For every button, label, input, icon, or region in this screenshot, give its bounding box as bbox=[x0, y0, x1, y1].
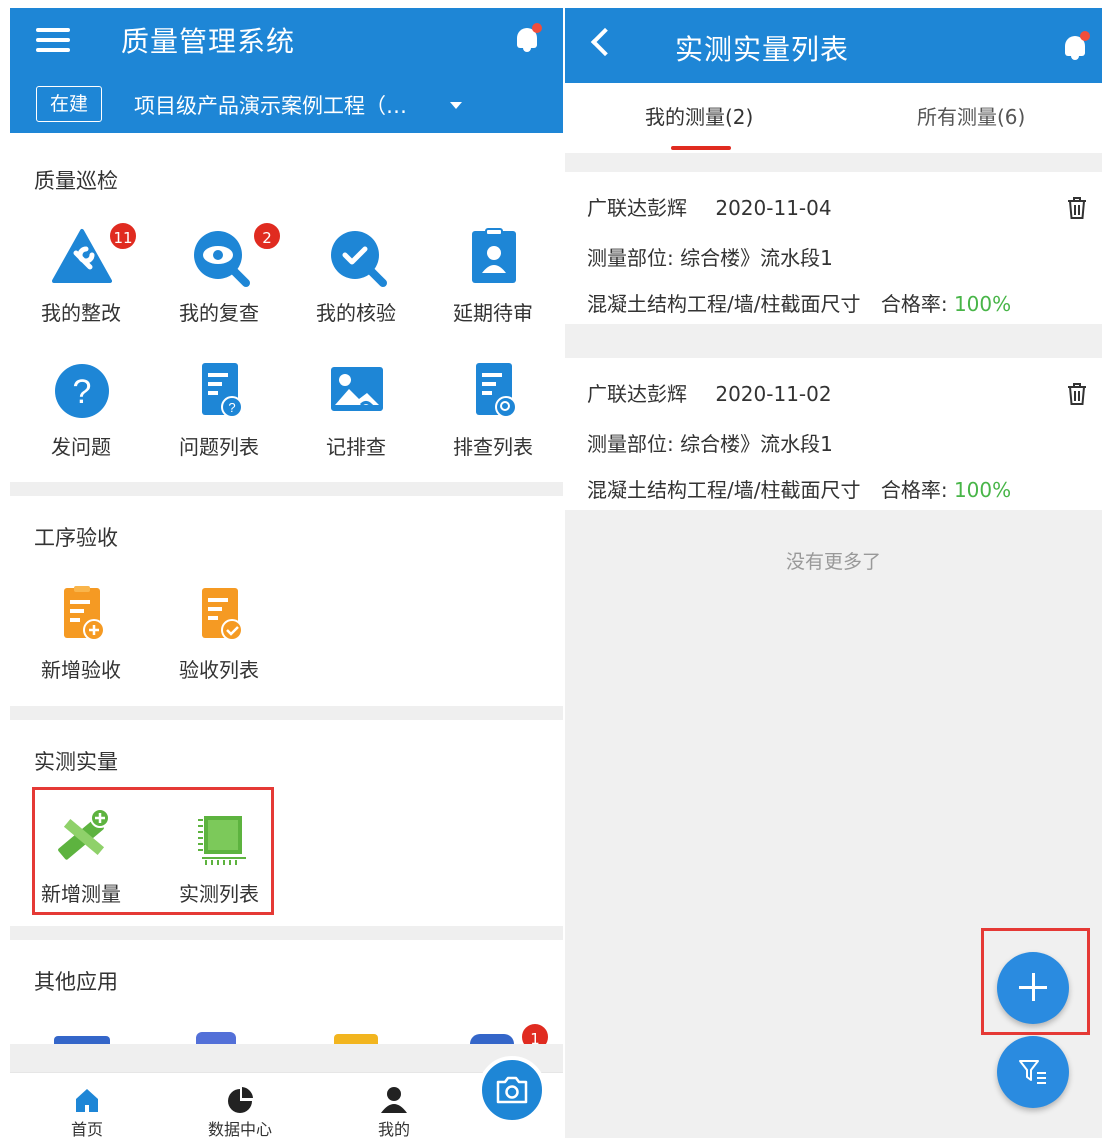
record-author: 广联达彭辉 bbox=[587, 196, 687, 220]
record-date: 2020-11-04 bbox=[715, 196, 832, 220]
right-screen: 实测实量列表 我的测量(2) 所有测量(6) 广联达彭辉 2020-11-04 … bbox=[565, 8, 1102, 1138]
record-item: 混凝土结构工程/墙/柱截面尺寸 bbox=[587, 478, 861, 502]
svg-text:?: ? bbox=[228, 400, 235, 415]
tile-new-acceptance[interactable]: 新增验收 bbox=[12, 584, 150, 694]
tile-my-recheck[interactable]: 2 我的复查 bbox=[150, 221, 288, 337]
tile-check-list[interactable]: 排查列表 bbox=[424, 361, 562, 471]
document-add-icon bbox=[64, 586, 105, 641]
home-icon bbox=[76, 1089, 98, 1112]
page-header: 实测实量列表 bbox=[565, 8, 1102, 83]
bell-icon[interactable] bbox=[1062, 31, 1090, 60]
record-location: 测量部位: 综合楼》流水段1 bbox=[587, 246, 833, 270]
tile-label: 延期待审 bbox=[453, 301, 533, 325]
filter-icon bbox=[1019, 1060, 1046, 1084]
pie-chart-icon bbox=[228, 1087, 253, 1113]
record-author: 广联达彭辉 bbox=[587, 382, 687, 406]
tile-delay-review[interactable]: 延期待审 bbox=[424, 227, 562, 337]
notification-dot bbox=[532, 23, 542, 33]
wrench-warning-icon bbox=[52, 229, 112, 283]
pass-rate-value: 100% bbox=[953, 478, 1012, 502]
nav-label: 数据中心 bbox=[207, 1120, 272, 1138]
filter-button[interactable] bbox=[997, 1036, 1069, 1108]
section-title: 质量巡检 bbox=[34, 169, 118, 193]
user-icon bbox=[381, 1087, 407, 1113]
section-divider bbox=[10, 706, 563, 720]
trash-icon[interactable] bbox=[1067, 196, 1087, 220]
badge-count: 2 bbox=[252, 221, 282, 251]
nav-label: 首页 bbox=[70, 1120, 103, 1138]
tab-bar: 我的测量(2) 所有测量(6) bbox=[565, 83, 1102, 153]
id-badge-icon bbox=[472, 228, 516, 283]
section-divider bbox=[10, 926, 563, 940]
document-check-icon bbox=[202, 588, 243, 641]
tile-my-verification[interactable]: 我的核验 bbox=[287, 227, 425, 337]
app-title: 质量管理系统 bbox=[121, 25, 296, 58]
section-title: 工序验收 bbox=[34, 526, 118, 550]
badge-count: 11 bbox=[108, 221, 138, 251]
left-screen: 质量管理系统 在建 项目级产品演示案例工程（… 质量巡检 11 我的整改 2 我… bbox=[10, 8, 563, 1138]
record-location: 测量部位: 综合楼》流水段1 bbox=[587, 432, 833, 456]
project-selector[interactable]: 项目级产品演示案例工程（… bbox=[134, 90, 407, 120]
active-tab-indicator bbox=[671, 146, 731, 150]
section-divider bbox=[10, 482, 563, 496]
tile-label: 问题列表 bbox=[179, 435, 259, 459]
image-wave-icon bbox=[331, 367, 383, 411]
record-item: 混凝土结构工程/墙/柱截面尺寸 bbox=[587, 292, 861, 316]
svg-text:?: ? bbox=[73, 373, 92, 411]
document-question-icon: ? bbox=[202, 363, 243, 418]
record-header: 广联达彭辉 2020-11-04 bbox=[587, 192, 832, 221]
nav-label: 我的 bbox=[377, 1120, 410, 1138]
no-more-text: 没有更多了 bbox=[785, 551, 881, 573]
highlight-box bbox=[32, 787, 274, 915]
document-search-icon bbox=[476, 363, 517, 418]
section-title: 实测实量 bbox=[34, 750, 118, 774]
tile-acceptance-list[interactable]: 验收列表 bbox=[150, 584, 288, 694]
list-item[interactable]: 广联达彭辉 2020-11-02 测量部位: 综合楼》流水段1 混凝土结构工程/… bbox=[565, 358, 1102, 510]
check-search-icon bbox=[331, 231, 387, 287]
record-detail: 混凝土结构工程/墙/柱截面尺寸 合格率: 100% bbox=[587, 288, 1011, 317]
camera-icon bbox=[496, 1076, 528, 1104]
camera-button[interactable] bbox=[478, 1056, 546, 1124]
status-badge: 在建 bbox=[36, 86, 102, 122]
pass-rate-value: 100% bbox=[953, 292, 1012, 316]
tile-label: 我的整改 bbox=[41, 301, 121, 325]
tile-label: 验收列表 bbox=[179, 658, 259, 682]
section-title: 其他应用 bbox=[34, 970, 118, 994]
tile-record-check[interactable]: 记排查 bbox=[287, 361, 425, 471]
tile-label: 我的复查 bbox=[179, 301, 259, 325]
tile-label: 新增验收 bbox=[41, 658, 121, 682]
tile-label: 记排查 bbox=[326, 435, 386, 459]
add-measurement-button[interactable] bbox=[997, 952, 1069, 1024]
nav-separator bbox=[10, 1044, 563, 1072]
tile-issue-list[interactable]: ? 问题列表 bbox=[150, 361, 288, 471]
eye-search-icon bbox=[194, 231, 250, 287]
tile-my-rectification[interactable]: 11 我的整改 bbox=[12, 221, 150, 337]
section-quality-inspection: 质量巡检 11 我的整改 2 我的复查 我的核验 延期待审 ? 发问题 ? 问题… bbox=[10, 147, 563, 482]
trash-icon[interactable] bbox=[1067, 382, 1087, 406]
question-icon: ? bbox=[55, 364, 109, 418]
tile-report-issue[interactable]: ? 发问题 bbox=[12, 361, 150, 471]
record-detail: 混凝土结构工程/墙/柱截面尺寸 合格率: 100% bbox=[587, 474, 1011, 503]
tile-label: 我的核验 bbox=[316, 301, 396, 325]
pass-rate-label: 合格率: bbox=[880, 478, 948, 502]
section-process-acceptance: 工序验收 新增验收 验收列表 bbox=[10, 496, 563, 706]
tile-label: 发问题 bbox=[51, 435, 111, 459]
tab-all-measurements[interactable]: 所有测量(6) bbox=[917, 101, 1025, 130]
page-title: 实测实量列表 bbox=[675, 33, 850, 66]
tile-label: 排查列表 bbox=[453, 435, 533, 459]
chevron-down-icon[interactable] bbox=[450, 102, 462, 109]
hamburger-menu-icon[interactable] bbox=[36, 28, 70, 52]
notification-dot bbox=[1080, 31, 1090, 41]
app-header: 质量管理系统 在建 项目级产品演示案例工程（… bbox=[10, 8, 563, 133]
record-date: 2020-11-02 bbox=[715, 382, 832, 406]
chevron-left-icon[interactable] bbox=[590, 27, 620, 57]
record-header: 广联达彭辉 2020-11-02 bbox=[587, 378, 832, 407]
list-item[interactable]: 广联达彭辉 2020-11-04 测量部位: 综合楼》流水段1 混凝土结构工程/… bbox=[565, 172, 1102, 324]
bell-icon[interactable] bbox=[514, 23, 542, 52]
pass-rate-label: 合格率: bbox=[880, 292, 948, 316]
tab-my-measurements[interactable]: 我的测量(2) bbox=[645, 101, 753, 130]
